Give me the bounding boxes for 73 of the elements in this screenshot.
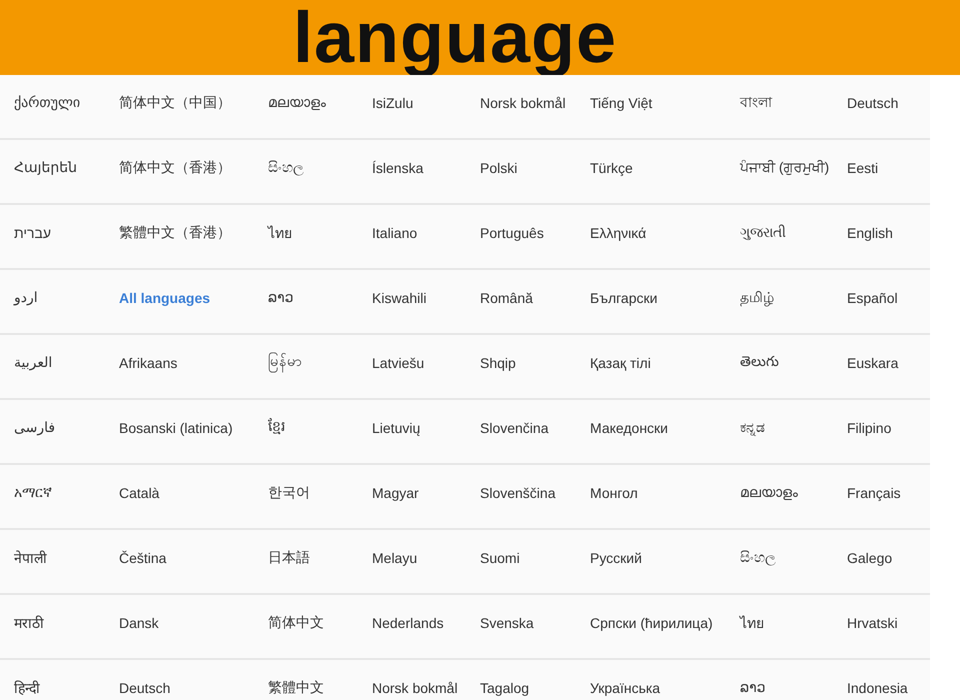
language-option[interactable]: ગુજરાતી (740, 224, 786, 241)
language-option[interactable]: IsiZulu (372, 94, 414, 110)
language-option[interactable]: Italiano (372, 224, 418, 240)
language-option[interactable]: മലയാളം (268, 94, 326, 111)
language-option[interactable]: 日本語 (268, 548, 310, 566)
language-option[interactable]: Shqip (480, 354, 516, 370)
language-option[interactable]: Galego (847, 550, 892, 566)
language-option[interactable]: Afrikaans (119, 354, 178, 370)
language-option[interactable]: Euskara (847, 354, 898, 370)
language-option[interactable]: ქართული (14, 94, 80, 111)
language-option[interactable]: Latviešu (372, 354, 424, 370)
language-option[interactable]: Монгол (590, 484, 638, 500)
all-languages-link[interactable]: All languages (119, 290, 210, 306)
language-option[interactable]: اردو (14, 289, 38, 306)
language-option[interactable]: Magyar (372, 484, 419, 500)
language-option[interactable]: Nederlands (372, 614, 444, 630)
language-option[interactable]: ខ្មែរ (268, 417, 285, 438)
language-option[interactable]: मराठी (14, 613, 44, 632)
language-option[interactable]: Українська (590, 680, 660, 696)
language-option[interactable]: Català (119, 484, 160, 500)
language-option[interactable]: ไทย (740, 612, 764, 634)
language-option[interactable]: Tiếng Việt (590, 94, 652, 110)
language-option[interactable]: Македонски (590, 420, 668, 436)
language-option[interactable]: Polski (480, 160, 518, 176)
language-option[interactable]: ไทย (268, 222, 292, 244)
language-option[interactable]: עברית (14, 224, 52, 240)
language-option[interactable]: Ελληνικά (590, 224, 646, 240)
language-option[interactable]: Қазақ тілі (590, 354, 651, 370)
language-option[interactable]: Bosanski (latinica) (119, 420, 233, 436)
language-option[interactable]: Български (590, 290, 658, 306)
language-option[interactable]: Dansk (119, 614, 159, 630)
language-option[interactable]: العربية (14, 354, 52, 371)
language-option[interactable]: Lietuvių (372, 420, 420, 436)
language-option[interactable]: বাংলা (740, 90, 772, 114)
language-option[interactable]: Tagalog (480, 680, 530, 696)
language-option[interactable]: हिन्दी (14, 678, 40, 697)
banner-title: language (292, 2, 618, 74)
language-option[interactable]: Русский (590, 550, 642, 566)
language-option[interactable]: Norsk bokmål (480, 94, 566, 110)
language-option[interactable]: Română (480, 290, 533, 306)
language-option[interactable]: Deutsch (847, 94, 898, 110)
language-option[interactable]: Suomi (480, 550, 520, 566)
language-option[interactable]: ລາວ (740, 679, 766, 696)
language-option[interactable]: Melayu (372, 550, 418, 566)
language-option[interactable]: ಕನ್ನಡ (740, 419, 765, 436)
language-option[interactable]: සිංහල (740, 549, 776, 566)
language-option[interactable]: සිංහල (268, 159, 304, 176)
language-option[interactable]: Íslenska (372, 160, 424, 176)
language-option[interactable]: 한국어 (268, 484, 310, 502)
language-option[interactable]: Kiswahili (372, 290, 426, 306)
language-option[interactable]: Čeština (119, 550, 166, 566)
language-option[interactable]: Slovenščina (480, 484, 556, 500)
language-option[interactable]: Slovenčina (480, 420, 548, 436)
language-option[interactable]: فارسی (14, 419, 56, 436)
language-option[interactable]: English (847, 224, 893, 240)
language-option[interactable]: తెలుగు (740, 352, 779, 372)
language-option[interactable]: አማርኛ (14, 484, 52, 501)
language-option[interactable]: ລາວ (268, 289, 294, 306)
language-option[interactable]: Eesti (847, 160, 878, 176)
language-option[interactable]: Español (847, 290, 898, 306)
language-option[interactable]: Hrvatski (847, 614, 898, 630)
language-option[interactable]: Svenska (480, 614, 534, 630)
language-option[interactable]: Français (847, 484, 901, 500)
language-option[interactable]: नेपाली (14, 548, 47, 567)
language-option[interactable]: Deutsch (119, 680, 170, 696)
language-option[interactable]: 简体中文 (268, 614, 324, 632)
language-option[interactable]: Filipino (847, 420, 892, 436)
language-option[interactable]: മലയാളം (740, 484, 798, 501)
language-option[interactable]: မြန်မာ (268, 352, 302, 373)
language-option[interactable]: Português (480, 224, 544, 240)
language-option[interactable]: Türkçe (590, 160, 633, 176)
language-option[interactable]: தமிழ் (740, 288, 774, 306)
language-option[interactable]: Հայերեն (14, 159, 77, 176)
